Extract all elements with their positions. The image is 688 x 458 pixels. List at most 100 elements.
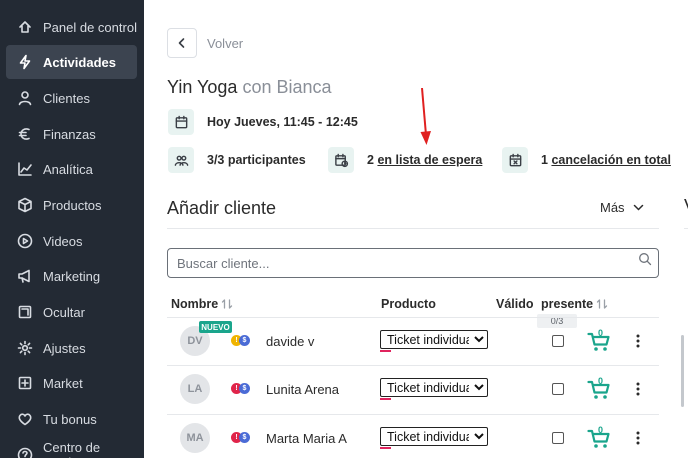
divider xyxy=(167,414,659,415)
cancellation-icon xyxy=(502,147,528,173)
back-button[interactable] xyxy=(167,28,197,58)
waitlist-label[interactable]: en lista de espera xyxy=(377,153,482,167)
client-name[interactable]: davide v xyxy=(266,334,314,349)
payment-icon: $ xyxy=(239,432,250,443)
present-checkbox[interactable] xyxy=(552,335,564,347)
payment-icon: $ xyxy=(239,335,250,346)
more-options-icon[interactable] xyxy=(630,332,646,350)
clipped-panel-heading: V xyxy=(684,196,688,217)
scrollbar[interactable] xyxy=(681,335,684,407)
page-title: Yin Yoga con Bianca xyxy=(167,77,332,98)
spell-underline xyxy=(380,398,391,400)
sidebar-item-market[interactable]: Market xyxy=(6,366,137,400)
annotation-arrow xyxy=(420,88,431,145)
sidebar-item-centro-de-ayuda[interactable]: Centro de ayuda xyxy=(6,438,137,458)
back-label[interactable]: Volver xyxy=(207,36,243,51)
cancellation-link[interactable]: 1 cancelación en total xyxy=(541,153,671,167)
add-client-title: Añadir cliente xyxy=(167,198,277,218)
spell-underline xyxy=(380,350,391,352)
cart-count: 0 xyxy=(598,377,603,386)
sidebar-item-ocultar[interactable]: Ocultar xyxy=(6,295,137,329)
product-select[interactable]: Ticket individual xyxy=(380,330,488,349)
sidebar-item-label: Market xyxy=(43,375,83,391)
chevron-left-icon xyxy=(178,38,185,48)
avatar: LA xyxy=(180,374,210,404)
sidebar-item-label: Tu bonus xyxy=(43,411,97,427)
activity-name: Yin Yoga xyxy=(167,77,238,97)
box-icon xyxy=(17,197,33,213)
gear-icon xyxy=(17,340,33,356)
client-name[interactable]: Marta Maria A xyxy=(266,431,347,446)
euro-icon xyxy=(17,126,33,142)
waitlist-link[interactable]: 2 en lista de espera xyxy=(367,153,482,167)
home-icon xyxy=(17,19,33,35)
sidebar-item-finanzas[interactable]: Finanzas xyxy=(6,117,137,151)
sidebar-item-label: Videos xyxy=(43,233,83,249)
more-button[interactable]: Más xyxy=(600,200,644,215)
participants-text: 3/3 participantes xyxy=(207,153,306,167)
present-checkbox[interactable] xyxy=(552,432,564,444)
sidebar-item-actividades[interactable]: Actividades xyxy=(6,45,137,79)
chart-line-icon xyxy=(17,161,33,177)
sidebar-item-label: Centro de ayuda xyxy=(43,440,101,458)
waitlist-icon xyxy=(328,147,354,173)
avatar: MA xyxy=(180,423,210,453)
new-badge: NUEVO xyxy=(199,321,232,333)
product-select[interactable]: Ticket individual xyxy=(380,427,488,446)
help-icon xyxy=(17,447,33,458)
cart-count: 0 xyxy=(598,426,603,435)
column-header-valid: Válido xyxy=(496,297,534,311)
sort-icon xyxy=(596,299,608,309)
divider xyxy=(167,317,659,318)
sidebar-item-label: Ajustes xyxy=(43,340,86,356)
sidebar-item-productos[interactable]: Productos xyxy=(6,188,137,222)
sidebar-item-clientes[interactable]: Clientes xyxy=(6,81,137,115)
sidebar-item-ajustes[interactable]: Ajustes xyxy=(6,331,137,365)
plus-square-icon xyxy=(17,375,33,391)
product-select[interactable]: Ticket individual xyxy=(380,378,488,397)
sidebar-item-label: Ocultar xyxy=(43,304,85,320)
column-header-product: Producto xyxy=(381,297,436,311)
schedule-text: Hoy Jueves, 11:45 - 12:45 xyxy=(207,115,358,129)
cart-icon[interactable]: 0 xyxy=(587,329,611,353)
divider xyxy=(167,228,659,229)
chevron-down-icon xyxy=(633,204,643,211)
sort-icon xyxy=(222,299,233,309)
column-header-present[interactable]: presente xyxy=(541,297,608,311)
sidebar-item-analitica[interactable]: Analítica xyxy=(6,152,137,186)
search-input[interactable] xyxy=(167,248,659,278)
divider xyxy=(167,365,659,366)
cancellation-count: 1 xyxy=(541,153,548,167)
heart-icon xyxy=(17,411,33,427)
waitlist-count: 2 xyxy=(367,153,374,167)
client-name[interactable]: Lunita Arena xyxy=(266,382,339,397)
more-options-icon[interactable] xyxy=(630,429,646,447)
more-label: Más xyxy=(600,200,625,215)
user-icon xyxy=(17,90,33,106)
cart-icon[interactable]: 0 xyxy=(587,377,611,401)
sidebar-item-videos[interactable]: Videos xyxy=(6,224,137,258)
megaphone-icon xyxy=(17,268,33,284)
sidebar-item-label: Panel de control xyxy=(43,19,137,35)
sidebar-item-marketing[interactable]: Marketing xyxy=(6,259,137,293)
participants-icon xyxy=(168,147,194,173)
sidebar-item-panel-de-control[interactable]: Panel de control xyxy=(6,10,137,44)
cancellation-label[interactable]: cancelación en total xyxy=(551,153,670,167)
sidebar-item-label: Marketing xyxy=(43,268,101,284)
sidebar-item-label: Actividades xyxy=(43,54,116,70)
sidebar-item-label: Finanzas xyxy=(43,126,96,142)
payment-icon: $ xyxy=(239,383,250,394)
play-circle-icon xyxy=(17,233,33,249)
sidebar: Panel de control Actividades Clientes Fi… xyxy=(0,0,144,458)
cart-count: 0 xyxy=(598,329,603,338)
instructor-name: con Bianca xyxy=(242,77,332,97)
sidebar-item-label: Analítica xyxy=(43,161,93,177)
sidebar-item-label: Productos xyxy=(43,197,102,213)
more-options-icon[interactable] xyxy=(630,380,646,398)
present-checkbox[interactable] xyxy=(552,383,564,395)
sidebar-item-tu-bonus[interactable]: Tu bonus xyxy=(6,402,137,436)
calendar-icon xyxy=(168,109,194,135)
search-icon[interactable] xyxy=(638,252,652,266)
cart-icon[interactable]: 0 xyxy=(587,426,611,450)
column-header-name[interactable]: Nombre xyxy=(171,297,233,311)
